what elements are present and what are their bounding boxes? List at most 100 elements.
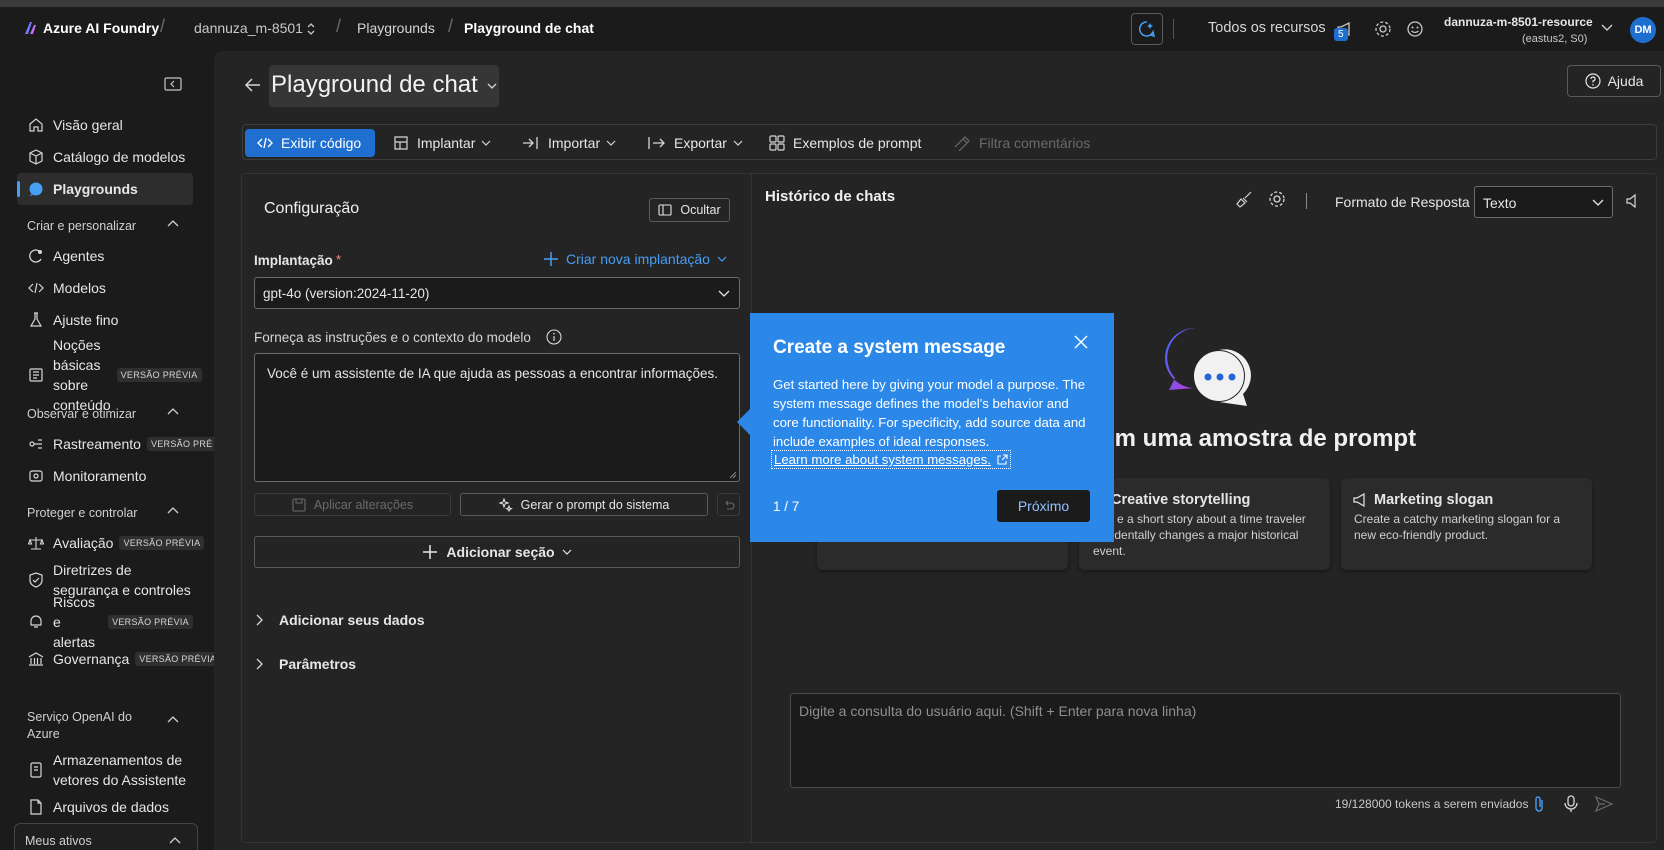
sidebar-item-label: Agentes bbox=[53, 248, 105, 264]
all-resources-link[interactable]: Todos os recursos bbox=[1208, 20, 1326, 36]
sidebar-item-tracing[interactable]: Rastreamento VERSÃO PRÉ bbox=[17, 428, 217, 460]
export-button[interactable]: Exportar bbox=[648, 129, 751, 157]
import-button[interactable]: Importar bbox=[522, 129, 624, 157]
copilot-chat-button[interactable] bbox=[1131, 13, 1163, 45]
document-list-icon bbox=[29, 368, 43, 382]
sidebar-item-governance[interactable]: Governança VERSÃO PRÉVIA bbox=[17, 643, 221, 675]
sidebar-item-monitoring[interactable]: Monitoramento bbox=[17, 460, 193, 492]
sample-prompt-card-creative-storytelling[interactable]: Creative storytelling e a short story ab… bbox=[1079, 478, 1330, 570]
popup-pointer bbox=[737, 408, 751, 436]
reset-button[interactable] bbox=[717, 493, 740, 516]
deployment-label: Implantação bbox=[254, 253, 333, 268]
system-message-textarea[interactable]: Você é um assistente de IA que ajuda as … bbox=[254, 353, 740, 482]
collapse-sidebar-icon[interactable] bbox=[164, 77, 182, 91]
export-label: Exportar bbox=[674, 135, 727, 151]
resource-region: (eastus2, S0) bbox=[1522, 33, 1588, 45]
sidebar-item-evaluation[interactable]: Avaliação VERSÃO PRÉVIA bbox=[17, 527, 205, 559]
card-title: Creative storytelling bbox=[1111, 492, 1251, 508]
user-query-input[interactable]: Digite a consulta do usuário aqui. (Shif… bbox=[790, 693, 1621, 788]
sidebar-item-playgrounds[interactable]: Playgrounds bbox=[17, 173, 193, 205]
chevron-updown-icon[interactable] bbox=[306, 22, 316, 36]
view-code-button[interactable]: Exibir código bbox=[245, 129, 376, 157]
deployment-dropdown[interactable]: gpt-4o (version:2024-11-20) bbox=[254, 277, 740, 309]
info-icon[interactable] bbox=[546, 329, 562, 345]
project-selector[interactable]: dannuza_m-8501 bbox=[194, 20, 303, 36]
avatar[interactable]: DM bbox=[1630, 17, 1656, 43]
sidebar-item-content-understanding[interactable]: Noções básicas sobre conteúdo VERSÃO PRÉ… bbox=[17, 336, 202, 414]
filter-comments-button[interactable]: Filtra comentários bbox=[953, 129, 1090, 157]
brand-name[interactable]: Azure AI Foundry bbox=[43, 20, 159, 36]
parameters-expander[interactable]: Parâmetros bbox=[256, 656, 356, 672]
sidebar-item-label: Modelos bbox=[53, 280, 106, 296]
chevron-down-icon bbox=[733, 140, 743, 146]
sample-prompt-card-marketing-slogan[interactable]: Marketing slogan Create a catchy marketi… bbox=[1341, 478, 1592, 570]
sidebar-item-models[interactable]: Modelos bbox=[17, 272, 193, 304]
page-title-selector[interactable]: Playground de chat bbox=[269, 65, 499, 107]
sidebar-item-label: Arquivos de dados bbox=[53, 799, 169, 815]
section-protect-govern[interactable]: Proteger e controlar bbox=[27, 506, 179, 520]
monitor-icon bbox=[29, 470, 43, 482]
sidebar-item-overview[interactable]: Visão geral bbox=[17, 109, 193, 141]
send-icon[interactable] bbox=[1595, 796, 1613, 812]
feedback-smiley-icon[interactable] bbox=[1406, 20, 1424, 38]
hide-config-button[interactable]: Ocultar bbox=[649, 198, 730, 222]
required-marker: * bbox=[336, 252, 342, 267]
my-assets-panel[interactable]: Meus ativos bbox=[14, 823, 198, 850]
token-count: 19/128000 tokens a serem enviados bbox=[1335, 797, 1529, 811]
attach-paperclip-icon[interactable] bbox=[1533, 795, 1545, 813]
sidebar-item-label: Playgrounds bbox=[53, 181, 138, 197]
foundry-logo-icon bbox=[22, 20, 38, 36]
generate-system-prompt-button[interactable]: Gerar o prompt do sistema bbox=[460, 493, 708, 516]
add-section-button[interactable]: Adicionar seção bbox=[254, 536, 740, 568]
create-deployment-link[interactable]: Criar nova implantação bbox=[543, 251, 727, 267]
sidebar-item-risks-alerts[interactable]: Riscos e alertas VERSÃO PRÉVIA bbox=[17, 594, 193, 650]
building-icon bbox=[28, 652, 44, 666]
code-icon bbox=[257, 137, 273, 149]
section-create-customize[interactable]: Criar e personalizar bbox=[27, 219, 179, 233]
section-label: Meus ativos bbox=[25, 834, 92, 848]
apply-changes-label: Aplicar alterações bbox=[313, 497, 414, 512]
chevron-right-icon bbox=[256, 658, 263, 670]
chat-settings-gear-icon[interactable] bbox=[1268, 190, 1286, 208]
sidebar-item-guardrails[interactable]: Diretrizes de segurança e controles bbox=[17, 559, 193, 601]
close-popup-button[interactable] bbox=[1074, 335, 1088, 349]
sidebar-item-label: Noções básicas sobre conteúdo bbox=[53, 337, 111, 413]
prompt-examples-button[interactable]: Exemplos de prompt bbox=[769, 129, 921, 157]
help-button[interactable]: Ajuda bbox=[1567, 65, 1661, 97]
next-button[interactable]: Próximo bbox=[997, 490, 1090, 522]
popup-body: Get started here by giving your model a … bbox=[773, 377, 1086, 449]
sidebar-item-model-catalog[interactable]: Catálogo de modelos bbox=[17, 141, 193, 173]
chevron-right-icon bbox=[256, 614, 263, 626]
section-azure-openai[interactable]: Serviço OpenAI do Azure bbox=[27, 709, 179, 743]
sidebar-item-fine-tuning[interactable]: Ajuste fino bbox=[17, 304, 193, 336]
clear-chat-icon[interactable] bbox=[1236, 190, 1254, 208]
sidebar-item-label: Avaliação bbox=[53, 535, 114, 551]
sidebar-item-data-files[interactable]: Arquivos de dados bbox=[17, 791, 193, 823]
settings-gear-icon[interactable] bbox=[1374, 20, 1392, 38]
sidebar-item-agents[interactable]: Agentes bbox=[17, 240, 193, 272]
code-icon bbox=[28, 282, 44, 294]
back-arrow-icon[interactable] bbox=[244, 76, 262, 94]
chevron-up-icon bbox=[167, 716, 179, 723]
microphone-icon[interactable] bbox=[1564, 795, 1578, 813]
parameters-label: Parâmetros bbox=[279, 656, 357, 672]
breadcrumb-separator: / bbox=[336, 16, 342, 36]
cube-icon bbox=[394, 136, 408, 150]
chevron-down-icon[interactable] bbox=[1600, 23, 1614, 33]
breadcrumb-playgrounds[interactable]: Playgrounds bbox=[357, 20, 435, 36]
add-data-expander[interactable]: Adicionar seus dados bbox=[256, 612, 424, 628]
deploy-button[interactable]: Implantar bbox=[393, 129, 499, 157]
learn-more-link[interactable]: Learn more about system messages. bbox=[771, 450, 1011, 469]
help-label: Ajuda bbox=[1607, 73, 1644, 89]
section-observe-optimize[interactable]: Observar e otimizar bbox=[27, 407, 179, 421]
resize-handle-icon bbox=[729, 471, 737, 479]
response-format-dropdown[interactable]: Texto bbox=[1474, 186, 1613, 218]
alert-icon bbox=[30, 615, 42, 628]
speaker-icon[interactable] bbox=[1625, 193, 1639, 209]
plus-icon bbox=[544, 252, 558, 266]
response-format-label: Formato de Resposta bbox=[1335, 194, 1470, 210]
apply-changes-button[interactable]: Aplicar alterações bbox=[254, 493, 451, 516]
resource-name[interactable]: dannuza-m-8501-resource bbox=[1444, 15, 1593, 29]
import-icon bbox=[523, 137, 538, 149]
sidebar-item-vector-stores[interactable]: Armazenamentos de vetores do Assistente bbox=[17, 749, 193, 791]
